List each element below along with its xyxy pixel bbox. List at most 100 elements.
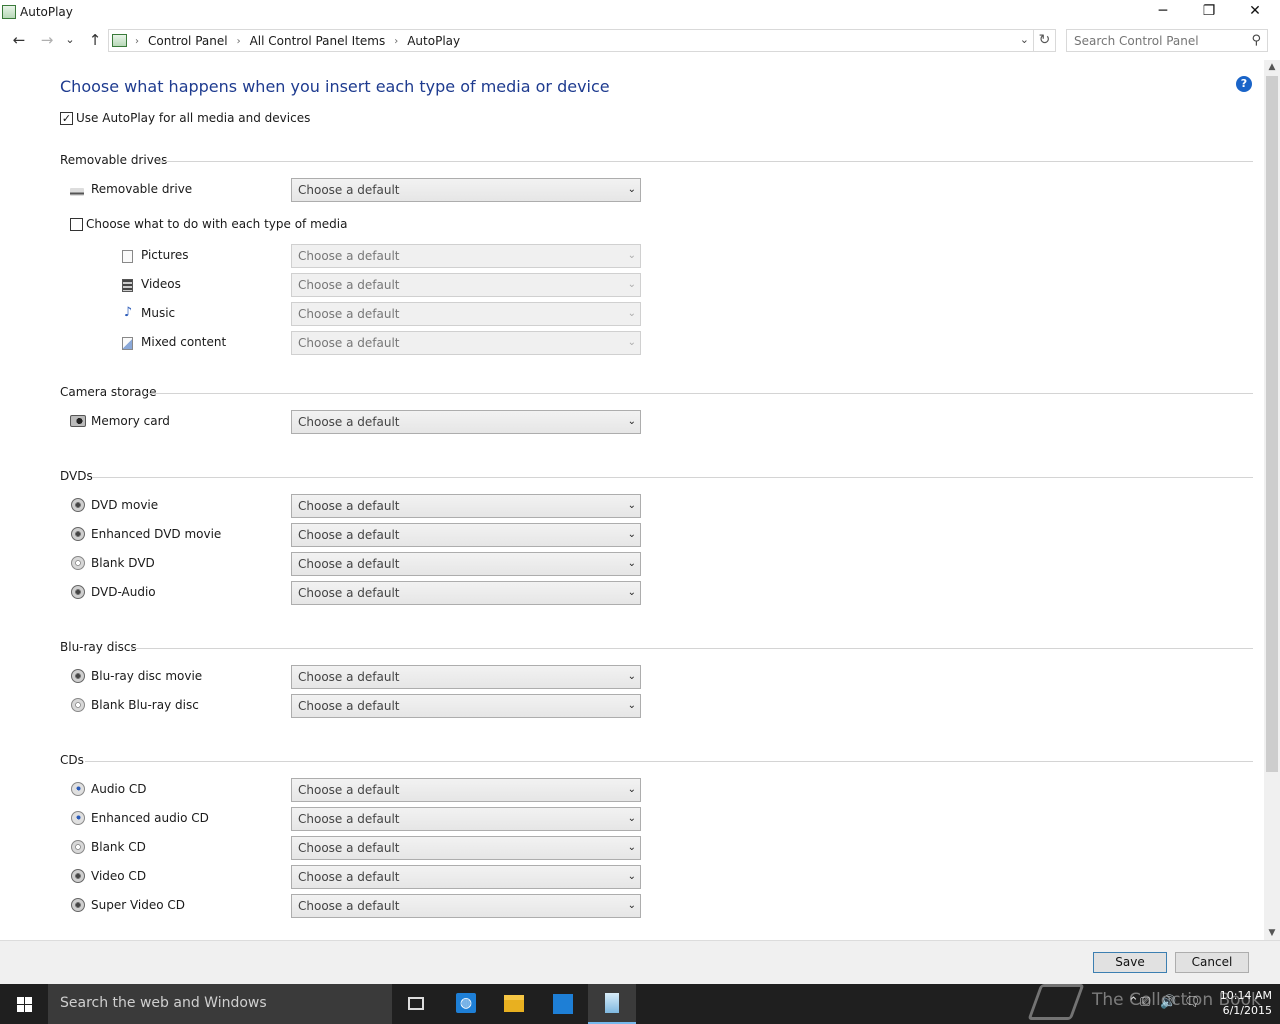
dvd-movie-select[interactable]: Choose a default ⌄ [291,494,641,518]
cd-item-label: Enhanced audio CD [91,811,209,825]
memory-card-select[interactable]: Choose a default ⌄ [291,410,641,434]
select-value: Choose a default [298,899,400,913]
divider [147,393,1253,394]
chevron-right-icon[interactable]: › [394,36,398,47]
taskbar-control-panel-button[interactable] [588,984,636,1024]
chevron-right-icon[interactable]: › [237,36,241,47]
blank-blu-ray-icon [71,698,85,712]
blank-blu-ray-select[interactable]: Choose a default ⌄ [291,694,641,718]
select-value: Choose a default [298,812,400,826]
control-panel-icon [605,993,619,1013]
per-media-checkbox[interactable] [70,218,83,231]
blank-dvd-icon [71,556,85,570]
save-button[interactable]: Save [1093,952,1167,973]
mixed-content-select[interactable]: Choose a default ⌄ [291,331,641,355]
music-select[interactable]: Choose a default ⌄ [291,302,641,326]
media-label-music: Music [141,306,176,320]
use-autoplay-checkbox[interactable]: ✓ [60,112,73,125]
up-button[interactable]: ↑ [84,30,106,52]
back-button[interactable]: ← [8,30,30,52]
clock-time: 10:14 AM [1219,989,1272,1002]
video-icon [122,279,133,292]
taskbar-search-box[interactable]: Search the web and Windows [48,984,392,1024]
cd-item-label: Blank CD [91,840,146,854]
chevron-down-icon: ⌄ [627,250,636,261]
search-input[interactable] [1074,31,1244,51]
chevron-down-icon: ⌄ [627,784,636,795]
taskbar-file-explorer-button[interactable] [490,984,538,1024]
chevron-down-icon: ⌄ [627,558,636,569]
taskbar-clock[interactable]: 10:14 AM 6/1/2015 [1212,988,1272,1018]
videos-select[interactable]: Choose a default ⌄ [291,273,641,297]
minimize-button[interactable]: ─ [1140,0,1186,24]
enhanced-audio-cd-icon [71,811,85,825]
divider [85,761,1253,762]
forward-button[interactable]: → [36,30,58,52]
chevron-down-icon: ⌄ [627,813,636,824]
video-cd-select[interactable]: Choose a default ⌄ [291,865,641,889]
breadcrumb-all-items[interactable]: All Control Panel Items [250,34,386,48]
recent-locations-button[interactable]: ⌄ [61,30,79,52]
window-title: AutoPlay [20,5,73,19]
cancel-button[interactable]: Cancel [1175,952,1249,973]
dvd-audio-select[interactable]: Choose a default ⌄ [291,581,641,605]
close-button[interactable]: ✕ [1232,0,1278,24]
removable-drive-label: Removable drive [91,182,193,196]
breadcrumb-autoplay[interactable]: AutoPlay [407,34,460,48]
music-icon: ♪ [123,305,133,320]
dialog-footer: Save Cancel [0,940,1280,984]
audio-cd-select[interactable]: Choose a default ⌄ [291,778,641,802]
chevron-down-icon[interactable]: ⌄ [1020,33,1029,46]
maximize-button[interactable]: ❐ [1186,0,1232,24]
super-video-cd-select[interactable]: Choose a default ⌄ [291,894,641,918]
dvd-movie-icon [71,498,85,512]
breadcrumb-control-panel[interactable]: Control Panel [148,34,228,48]
network-icon[interactable]: ⎚ [1140,995,1150,1010]
blu-ray-movie-select[interactable]: Choose a default ⌄ [291,665,641,689]
refresh-button[interactable]: ↻ [1033,30,1055,51]
pictures-select[interactable]: Choose a default ⌄ [291,244,641,268]
chevron-down-icon: ⌄ [627,587,636,598]
removable-drive-select[interactable]: Choose a default ⌄ [291,178,641,202]
select-value: Choose a default [298,870,400,884]
vertical-scrollbar[interactable]: ▲ ▼ [1264,60,1280,940]
chevron-right-icon[interactable]: › [135,36,139,47]
task-view-button[interactable] [392,984,440,1024]
camera-item-label: Memory card [91,414,170,428]
action-center-icon[interactable]: 🗨 [1184,995,1201,1010]
taskbar-store-button[interactable] [539,984,587,1024]
scroll-down-arrow-icon[interactable]: ▼ [1264,926,1280,940]
control-panel-icon [112,34,127,47]
store-icon [553,994,573,1014]
taskbar-edge-button[interactable]: ◍ [442,984,490,1024]
cd-item-label: Video CD [91,869,147,883]
enhanced-dvd-movie-select[interactable]: Choose a default ⌄ [291,523,641,547]
blank-cd-select[interactable]: Choose a default ⌄ [291,836,641,860]
section-title-cds: CDs [60,753,84,767]
blank-dvd-select[interactable]: Choose a default ⌄ [291,552,641,576]
volume-icon[interactable]: 🔊 [1160,995,1176,1010]
start-button[interactable] [0,984,48,1024]
section-title-removable-drives: Removable drives [60,153,168,167]
globe-icon: ◍ [456,993,476,1013]
windows-logo-icon [17,997,32,1012]
select-value: Choose a default [298,586,400,600]
help-icon[interactable]: ? [1236,76,1252,92]
media-label-pictures: Pictures [141,248,189,262]
scroll-thumb[interactable] [1266,76,1278,772]
search-icon[interactable]: ⚲ [1251,33,1261,48]
address-bar[interactable]: › Control Panel › All Control Panel Item… [108,29,1056,52]
select-value: Choose a default [298,783,400,797]
show-hidden-icons-icon[interactable]: ⌃ [1128,995,1139,1010]
dvd-item-label: DVD movie [91,498,159,512]
scroll-up-arrow-icon[interactable]: ▲ [1264,60,1280,74]
select-value: Choose a default [298,528,400,542]
chevron-down-icon: ⌄ [627,871,636,882]
blu-ray-movie-icon [71,669,85,683]
chevron-down-icon: ⌄ [627,184,636,195]
picture-icon [122,250,133,263]
chevron-down-icon: ⌄ [627,671,636,682]
chevron-down-icon: ⌄ [627,842,636,853]
enhanced-audio-cd-select[interactable]: Choose a default ⌄ [291,807,641,831]
mixed-content-icon [122,337,133,350]
